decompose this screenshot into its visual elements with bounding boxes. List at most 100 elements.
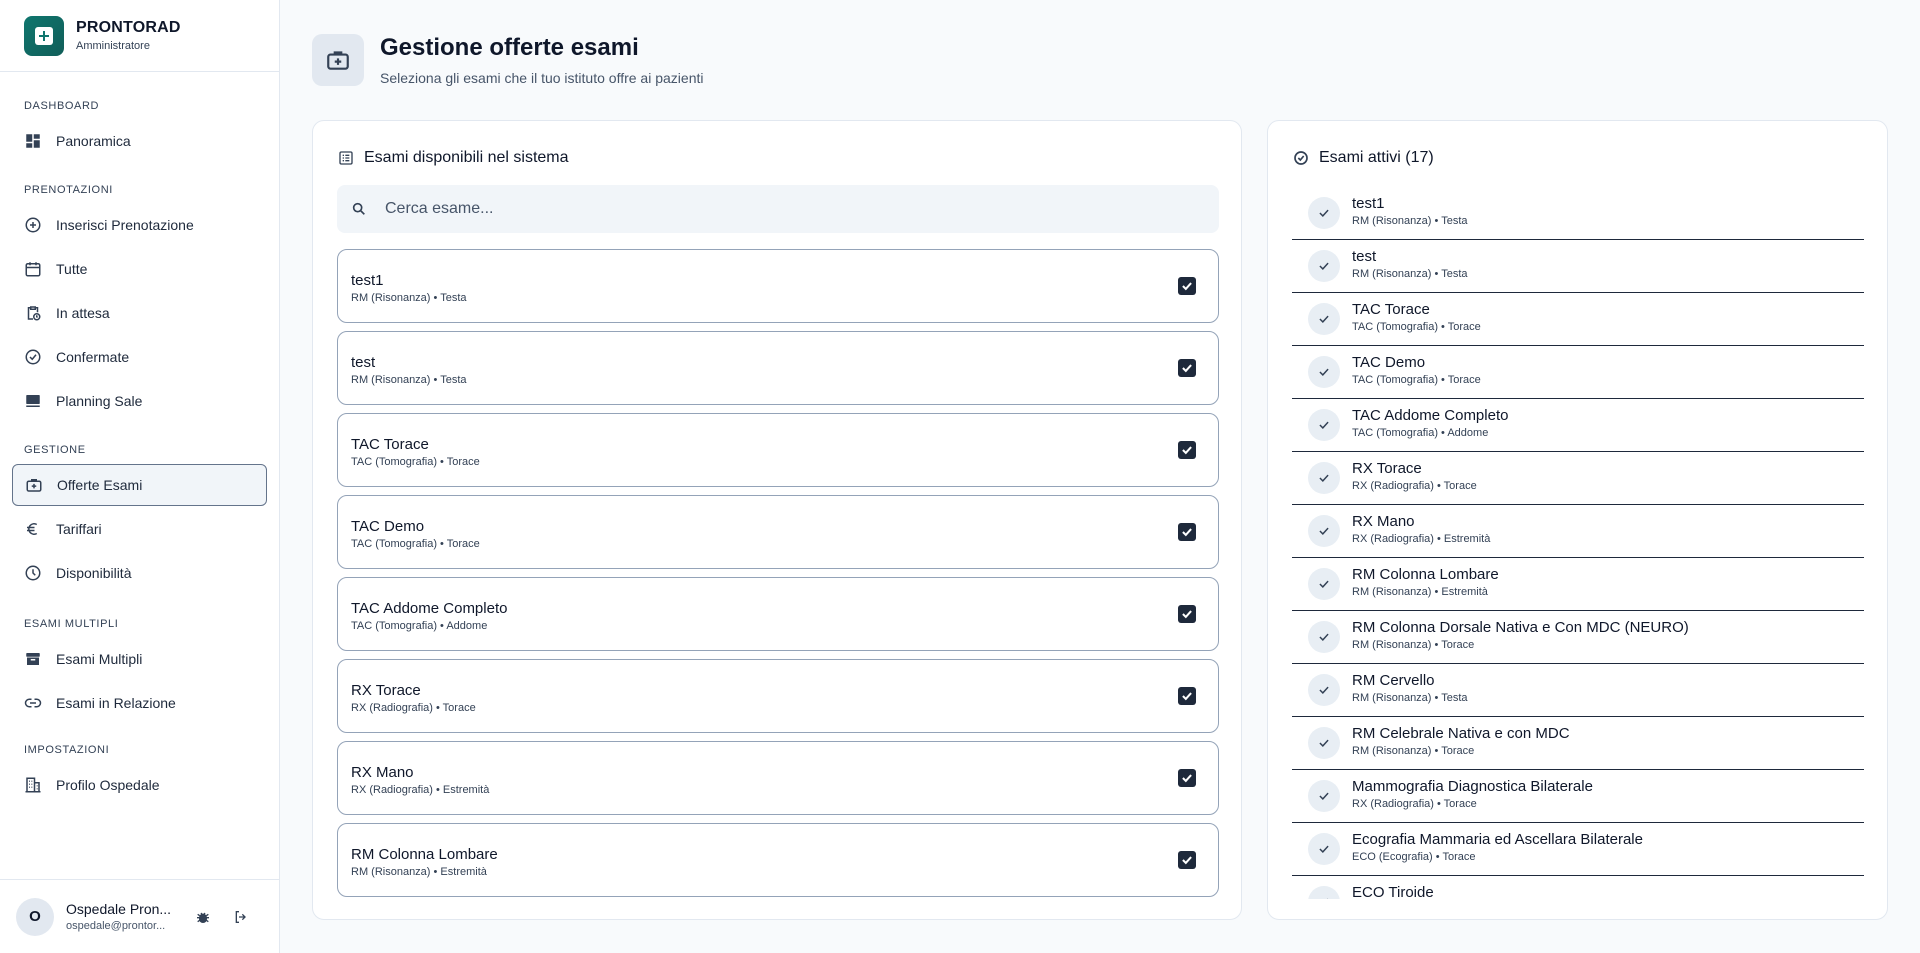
sidebar-item-disponibilit-[interactable]: Disponibilità bbox=[12, 552, 267, 594]
exam-checkbox[interactable] bbox=[1178, 605, 1196, 623]
clipboard-clock-icon bbox=[24, 304, 42, 322]
exam-row[interactable]: TAC Demo TAC (Tomografia) • Torace bbox=[337, 495, 1219, 569]
sidebar-item-profilo-ospedale[interactable]: Profilo Ospedale bbox=[12, 764, 267, 806]
exam-checkbox[interactable] bbox=[1178, 277, 1196, 295]
sidebar-item-tutte[interactable]: Tutte bbox=[12, 248, 267, 290]
nav-section-prenotazioni: PRENOTAZIONI bbox=[24, 184, 113, 196]
available-exams-title: Esami disponibili nel sistema bbox=[338, 149, 569, 167]
active-exam-meta: RM (Risonanza) • Testa bbox=[1352, 692, 1468, 704]
active-exam-meta: RX (Radiografia) • Torace bbox=[1352, 798, 1477, 810]
exam-meta: RX (Radiografia) • Estremità bbox=[351, 784, 490, 796]
active-exams-card: Esami attivi (17) test1 RM (Risonanza) • … bbox=[1267, 120, 1888, 920]
exam-name: test bbox=[351, 354, 376, 371]
sidebar: PRONTORAD Amministratore DASHBOARD Panora… bbox=[0, 0, 280, 953]
list-icon bbox=[338, 150, 354, 166]
sidebar-item-label: Esami in Relazione bbox=[56, 695, 176, 711]
exam-meta: TAC (Tomografia) • Addome bbox=[351, 620, 488, 632]
active-exam-row: RX Mano RX (Radiografia) • Estremità bbox=[1292, 505, 1864, 558]
active-exam-row: RM Colonna Dorsale Nativa e Con MDC (NEU… bbox=[1292, 611, 1864, 664]
active-exam-name: RM Colonna Lombare bbox=[1352, 566, 1499, 583]
check-icon bbox=[1308, 197, 1340, 229]
nav-section-gestione: GESTIONE bbox=[24, 444, 86, 456]
active-exam-row: Ecografia Mammaria ed Ascellara Bilatera… bbox=[1292, 823, 1864, 876]
exam-meta: RM (Risonanza) • Testa bbox=[351, 292, 467, 304]
avatar[interactable]: O bbox=[16, 897, 54, 936]
sidebar-item-label: Esami Multipli bbox=[56, 651, 143, 667]
active-exam-name: TAC Torace bbox=[1352, 301, 1430, 318]
sidebar-item-esami-multipli[interactable]: Esami Multipli bbox=[12, 638, 267, 680]
active-exam-meta: RM (Risonanza) • Testa bbox=[1352, 268, 1468, 280]
search-input[interactable] bbox=[385, 200, 1205, 218]
exam-checkbox[interactable] bbox=[1178, 769, 1196, 787]
active-exam-list: test1 RM (Risonanza) • Testa test RM (Rison… bbox=[1292, 187, 1864, 899]
exam-row[interactable]: TAC Addome Completo TAC (Tomografia) • Ad… bbox=[337, 577, 1219, 651]
exam-meta: RM (Risonanza) • Estremità bbox=[351, 866, 487, 878]
active-exams-title: Esami attivi (17) bbox=[1293, 149, 1434, 167]
active-exam-name: RM Cervello bbox=[1352, 672, 1435, 689]
page-title: Gestione offerte esami bbox=[380, 34, 639, 61]
sidebar-item-inserisci-prenotazione[interactable]: Inserisci Prenotazione bbox=[12, 204, 267, 246]
sidebar-item-tariffari[interactable]: Tariffari bbox=[12, 508, 267, 550]
sidebar-item-offerte-esami[interactable]: Offerte Esami bbox=[12, 464, 267, 506]
building-icon bbox=[24, 776, 42, 794]
sidebar-item-planning-sale[interactable]: Planning Sale bbox=[12, 380, 267, 422]
monitor-icon bbox=[24, 392, 42, 410]
active-exam-row: RM Colonna Lombare RM (Risonanza) • Estre… bbox=[1292, 558, 1864, 611]
user-email: ospedale@prontor... bbox=[66, 920, 166, 932]
active-exam-row: test1 RM (Risonanza) • Testa bbox=[1292, 187, 1864, 240]
user-bar: O Ospedale Pron... ospedale@prontor... bbox=[0, 879, 280, 953]
exam-checkbox[interactable] bbox=[1178, 441, 1196, 459]
exam-checkbox[interactable] bbox=[1178, 523, 1196, 541]
active-exams-title-text: Esami attivi (17) bbox=[1319, 149, 1434, 166]
active-exam-name: RX Torace bbox=[1352, 460, 1422, 477]
active-exam-row: RM Celebrale Nativa e con MDC RM (Risonan… bbox=[1292, 717, 1864, 770]
exam-name: RX Mano bbox=[351, 764, 414, 781]
sidebar-item-confermate[interactable]: Confermate bbox=[12, 336, 267, 378]
euro-icon bbox=[24, 520, 42, 538]
exam-row[interactable]: test RM (Risonanza) • Testa bbox=[337, 331, 1219, 405]
sidebar-item-esami-in-relazione[interactable]: Esami in Relazione bbox=[12, 682, 267, 724]
link-icon bbox=[24, 694, 42, 712]
sidebar-item-in-attesa[interactable]: In attesa bbox=[12, 292, 267, 334]
exam-checkbox[interactable] bbox=[1178, 687, 1196, 705]
active-exam-meta: TAC (Tomografia) • Addome bbox=[1352, 427, 1489, 439]
active-exam-row: TAC Demo TAC (Tomografia) • Torace bbox=[1292, 346, 1864, 399]
active-exam-row: test RM (Risonanza) • Testa bbox=[1292, 240, 1864, 293]
nav-section-dashboard: DASHBOARD bbox=[24, 100, 100, 112]
exam-meta: TAC (Tomografia) • Torace bbox=[351, 538, 480, 550]
available-exam-list: test1 RM (Risonanza) • Testa test RM (Rison… bbox=[337, 249, 1219, 897]
sidebar-item-label: In attesa bbox=[56, 305, 110, 321]
exam-name: RX Torace bbox=[351, 682, 421, 699]
exam-row[interactable]: test1 RM (Risonanza) • Testa bbox=[337, 249, 1219, 323]
exam-row[interactable]: RX Mano RX (Radiografia) • Estremità bbox=[337, 741, 1219, 815]
active-exam-row: Mammografia Diagnostica Bilaterale RX (Ra… bbox=[1292, 770, 1864, 823]
active-exam-name: test bbox=[1352, 248, 1377, 265]
exam-row[interactable]: RM Colonna Lombare RM (Risonanza) • Estre… bbox=[337, 823, 1219, 897]
exam-meta: RM (Risonanza) • Testa bbox=[351, 374, 467, 386]
logout-icon[interactable] bbox=[232, 908, 250, 926]
check-icon bbox=[1308, 303, 1340, 335]
bug-icon[interactable] bbox=[194, 908, 212, 926]
exam-meta: RX (Radiografia) • Torace bbox=[351, 702, 476, 714]
active-exam-name: RX Mano bbox=[1352, 513, 1415, 530]
active-exam-name: Mammografia Diagnostica Bilaterale bbox=[1352, 778, 1593, 795]
exam-row[interactable]: RX Torace RX (Radiografia) • Torace bbox=[337, 659, 1219, 733]
active-exam-meta: RM (Risonanza) • Torace bbox=[1352, 639, 1475, 651]
brand-logo-icon bbox=[24, 15, 64, 56]
sidebar-item-label: Tariffari bbox=[56, 521, 102, 537]
sidebar-item-label: Inserisci Prenotazione bbox=[56, 217, 194, 233]
active-exam-row: RX Torace RX (Radiografia) • Torace bbox=[1292, 452, 1864, 505]
medical-briefcase-icon bbox=[25, 476, 43, 494]
exam-search[interactable] bbox=[337, 185, 1219, 233]
exam-row[interactable]: TAC Torace TAC (Tomografia) • Torace bbox=[337, 413, 1219, 487]
check-icon bbox=[1308, 568, 1340, 600]
sidebar-item-panoramica[interactable]: Panoramica bbox=[12, 120, 267, 162]
check-icon bbox=[1308, 886, 1340, 899]
exam-checkbox[interactable] bbox=[1178, 359, 1196, 377]
medical-briefcase-icon bbox=[312, 34, 364, 86]
exam-name: TAC Addome Completo bbox=[351, 600, 508, 617]
exam-checkbox[interactable] bbox=[1178, 851, 1196, 869]
active-exam-meta: ECO (Ecografia) • Torace bbox=[1352, 851, 1476, 863]
active-exam-meta: TAC (Tomografia) • Torace bbox=[1352, 374, 1481, 386]
active-exam-meta: TAC (Tomografia) • Torace bbox=[1352, 321, 1481, 333]
